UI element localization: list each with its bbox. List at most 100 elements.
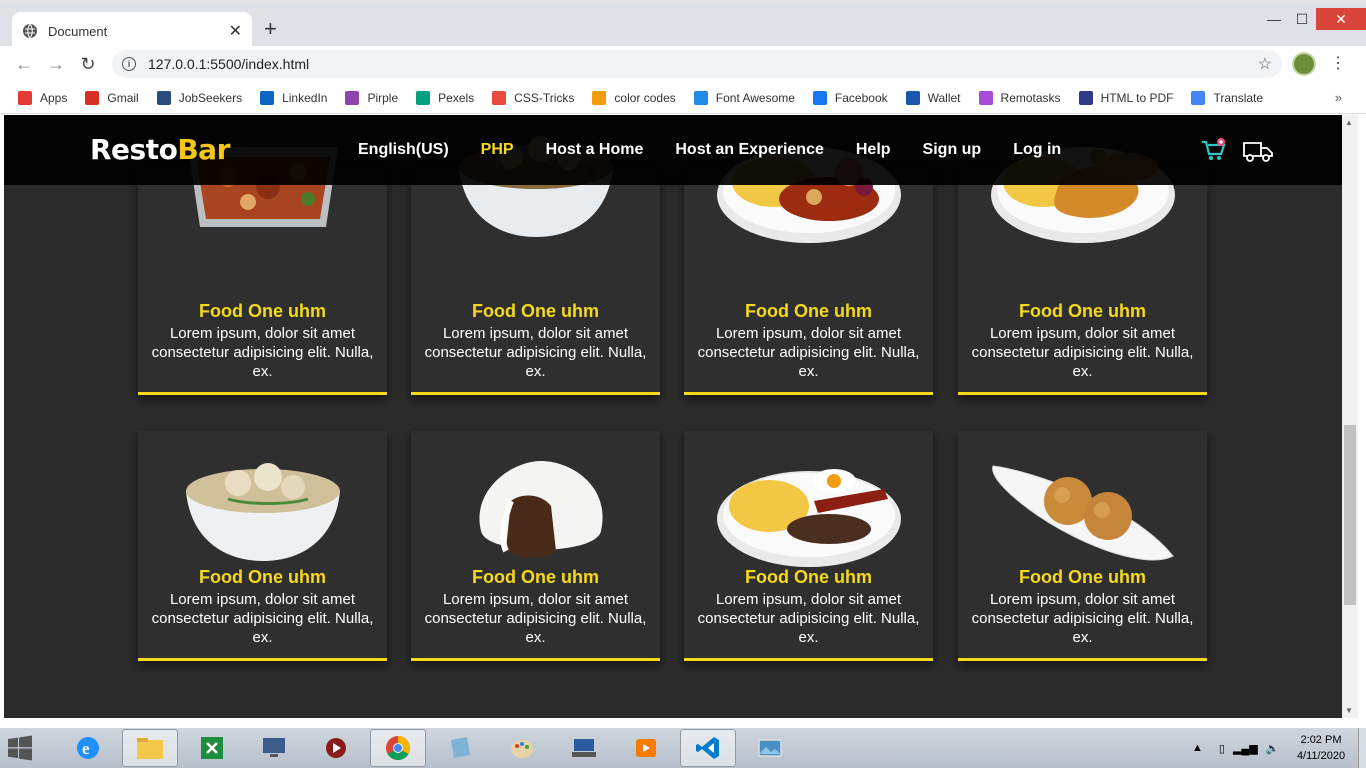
windows-logo-icon bbox=[8, 735, 32, 761]
taskbar-clock[interactable]: 2:02 PM 4/11/2020 bbox=[1294, 732, 1348, 764]
bookmark-label: Pirple bbox=[367, 90, 399, 105]
menu-dots-icon[interactable]: ⋮ bbox=[1330, 54, 1346, 74]
bookmark-wallet[interactable]: Wallet bbox=[905, 90, 961, 105]
bookmark-linkedin[interactable]: LinkedIn bbox=[260, 90, 328, 105]
food-card[interactable]: Food One uhm Lorem ipsum, dolor sit amet … bbox=[138, 431, 387, 661]
bookmark-facebook[interactable]: Facebook bbox=[812, 90, 888, 105]
tray-expand-icon[interactable]: ▲ bbox=[1192, 742, 1203, 754]
notes-taskbar-icon[interactable] bbox=[432, 729, 488, 767]
bookmark-label: Facebook bbox=[834, 90, 888, 105]
excel-taskbar-icon[interactable] bbox=[184, 729, 240, 767]
nav-link-host-an-experience[interactable]: Host an Experience bbox=[675, 141, 824, 159]
food-card-title: Food One uhm bbox=[1019, 301, 1146, 321]
svg-text:e: e bbox=[82, 739, 90, 758]
bookmark-font-awesome[interactable]: Font Awesome bbox=[693, 90, 795, 105]
bookmark-pirple[interactable]: Pirple bbox=[345, 90, 399, 105]
bookmark-favicon-icon bbox=[905, 90, 920, 105]
bookmark-label: Translate bbox=[1213, 90, 1264, 105]
bookmark-gmail[interactable]: Gmail bbox=[85, 90, 139, 105]
globe-icon bbox=[23, 23, 37, 39]
vscode-taskbar-icon[interactable] bbox=[680, 729, 736, 767]
bookmark-html-to-pdf[interactable]: HTML to PDF bbox=[1078, 90, 1174, 105]
bookmark-remotasks[interactable]: Remotasks bbox=[978, 90, 1061, 105]
ie-taskbar-icon[interactable]: e bbox=[60, 729, 116, 767]
bookmark-label: Gmail bbox=[107, 90, 139, 105]
food-card[interactable]: Food One uhm Lorem ipsum, dolor sit amet … bbox=[684, 147, 933, 395]
nav-link-host-a-home[interactable]: Host a Home bbox=[546, 141, 644, 159]
address-bar[interactable]: i 127.0.0.1:5500/index.html ☆ bbox=[112, 50, 1282, 78]
scroll-down-icon[interactable]: ▼ bbox=[1345, 706, 1353, 715]
minimize-button[interactable]: — bbox=[1262, 8, 1286, 30]
bookmark-css-tricks[interactable]: CSS-Tricks bbox=[492, 90, 574, 105]
bookmark-jobseekers[interactable]: JobSeekers bbox=[156, 90, 242, 105]
scrollbar-thumb[interactable] bbox=[1344, 425, 1356, 605]
sesame-balls-image bbox=[992, 465, 1174, 561]
bookmark-pexels[interactable]: Pexels bbox=[416, 90, 475, 105]
bookmark-favicon-icon bbox=[812, 90, 827, 105]
close-window-button[interactable]: ✕ bbox=[1316, 8, 1366, 30]
close-tab-icon[interactable]: ✕ bbox=[229, 21, 242, 41]
food-card[interactable]: Food One uhm Lorem ipsum, dolor sit amet … bbox=[138, 147, 387, 395]
paint-taskbar-icon[interactable] bbox=[494, 729, 550, 767]
nav-link-english-us-[interactable]: English(US) bbox=[358, 141, 449, 159]
tab-strip: Document ✕ + — ☐ ✕ bbox=[0, 0, 1366, 50]
bookmarks-more-icon[interactable]: » bbox=[1335, 90, 1342, 105]
noodle-bowl-image bbox=[186, 463, 340, 561]
bookmark-favicon-icon bbox=[978, 90, 993, 105]
network-icon[interactable]: ▂▄▆ bbox=[1233, 742, 1258, 755]
back-arrow-icon[interactable]: ← bbox=[8, 48, 40, 80]
food-card[interactable]: Food One uhm Lorem ipsum, dolor sit amet … bbox=[411, 431, 660, 661]
bookmark-favicon-icon bbox=[260, 90, 275, 105]
chrome-taskbar-icon[interactable] bbox=[370, 729, 426, 767]
nav-link-help[interactable]: Help bbox=[856, 141, 891, 159]
volume-icon[interactable]: 🔈 bbox=[1266, 742, 1280, 755]
nav-link-log-in[interactable]: Log in bbox=[1013, 141, 1061, 159]
scroll-up-icon[interactable]: ▲ bbox=[1345, 118, 1353, 127]
site-logo[interactable]: RestoBar bbox=[90, 133, 230, 166]
media-taskbar-icon[interactable] bbox=[308, 729, 364, 767]
bookmark-apps[interactable]: Apps bbox=[18, 90, 68, 105]
new-tab-button[interactable]: + bbox=[264, 18, 277, 40]
start-button[interactable] bbox=[0, 728, 40, 768]
show-desktop-button[interactable] bbox=[1358, 728, 1366, 768]
remote-taskbar-icon[interactable] bbox=[246, 729, 302, 767]
bookmark-favicon-icon bbox=[18, 90, 32, 105]
media-player-icon bbox=[326, 738, 346, 758]
player-taskbar-icon[interactable] bbox=[618, 729, 674, 767]
food-card-description: Lorem ipsum, dolor sit amet consectetur … bbox=[424, 325, 647, 380]
nav-link-sign-up[interactable]: Sign up bbox=[923, 141, 982, 159]
nav-link-php[interactable]: PHP bbox=[481, 141, 514, 159]
bookmark-translate[interactable]: Translate bbox=[1191, 90, 1264, 105]
food-card-title: Food One uhm bbox=[199, 567, 326, 587]
bookmark-label: Pexels bbox=[438, 90, 475, 105]
cart-icon[interactable] bbox=[1200, 137, 1226, 163]
food-card-description: Lorem ipsum, dolor sit amet consectetur … bbox=[424, 591, 647, 646]
bookmark-label: LinkedIn bbox=[282, 90, 328, 105]
food-card[interactable]: Food One uhm Lorem ipsum, dolor sit amet … bbox=[684, 431, 933, 661]
bookmark-favicon-icon bbox=[345, 90, 360, 105]
bookmark-label: Apps bbox=[40, 90, 68, 105]
star-icon[interactable]: ☆ bbox=[1258, 54, 1272, 74]
bookmark-color-codes[interactable]: color codes bbox=[592, 90, 676, 105]
food-card-title: Food One uhm bbox=[472, 301, 599, 321]
reload-icon[interactable]: ↻ bbox=[72, 48, 104, 80]
page-scrollbar[interactable]: ▲ ▼ bbox=[1342, 115, 1358, 718]
info-icon[interactable]: i bbox=[122, 57, 136, 71]
logo-part1: Resto bbox=[90, 133, 178, 166]
bookmark-label: color codes bbox=[614, 90, 676, 105]
delivery-truck-icon[interactable] bbox=[1242, 139, 1274, 163]
battery-icon[interactable]: ▯ bbox=[1219, 742, 1225, 755]
tab-title: Document bbox=[48, 23, 108, 39]
food-card[interactable]: Food One uhm Lorem ipsum, dolor sit amet … bbox=[958, 147, 1207, 395]
forward-arrow-icon[interactable]: → bbox=[40, 48, 72, 80]
browser-tab[interactable]: Document ✕ bbox=[12, 12, 252, 50]
bookmark-label: HTML to PDF bbox=[1100, 90, 1174, 105]
url-text[interactable]: 127.0.0.1:5500/index.html bbox=[148, 56, 1258, 72]
profile-avatar[interactable] bbox=[1292, 52, 1316, 76]
explorer-taskbar-icon[interactable] bbox=[122, 729, 178, 767]
food-card[interactable]: Food One uhm Lorem ipsum, dolor sit amet … bbox=[411, 136, 660, 395]
maximize-button[interactable]: ☐ bbox=[1290, 8, 1314, 30]
food-card[interactable]: Food One uhm Lorem ipsum, dolor sit amet … bbox=[958, 431, 1207, 661]
photos-taskbar-icon[interactable] bbox=[742, 729, 798, 767]
keyboard-taskbar-icon[interactable] bbox=[556, 729, 612, 767]
